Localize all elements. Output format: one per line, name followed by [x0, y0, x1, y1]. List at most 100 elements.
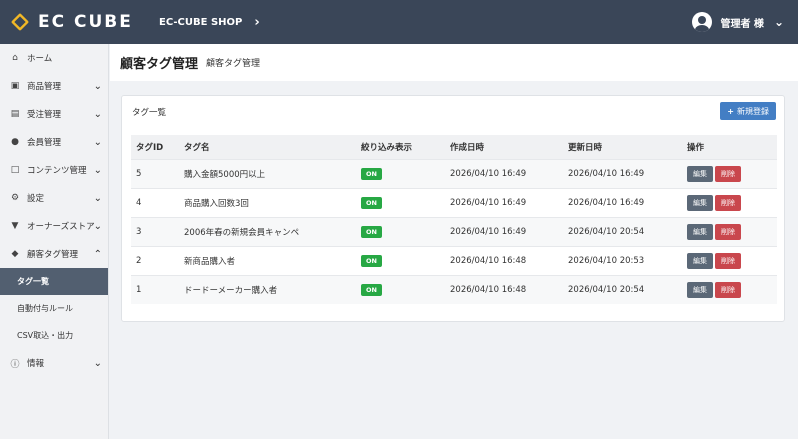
- sidebar-item-contents[interactable]: □ コンテンツ管理 ⌄: [0, 156, 108, 184]
- column-header[interactable]: 更新日時: [563, 135, 682, 159]
- table-header-row: タグID タグ名 絞り込み表示 作成日時 更新日時 操作: [131, 135, 777, 159]
- tag-icon: ◆: [11, 249, 19, 259]
- table-row: 2 新商品購入者 ON 2026/04/10 16:48 2026/04/10 …: [131, 245, 777, 275]
- filter-on-badge: ON: [361, 196, 382, 209]
- column-header[interactable]: タグID: [131, 135, 179, 159]
- tag-id: 1: [131, 274, 179, 304]
- chevron-down-icon: ⌄: [93, 108, 102, 120]
- table-row: 3 2006年春の新規会員キャンペ ON 2026/04/10 16:49 20…: [131, 216, 777, 246]
- column-header[interactable]: 作成日時: [445, 135, 563, 159]
- sidebar-item-label: ホーム: [27, 54, 53, 64]
- sidebar-item-label: コンテンツ管理: [27, 166, 87, 176]
- sidebar-item-settings[interactable]: ⚙ 設定 ⌄: [0, 184, 108, 212]
- tag-id: 5: [131, 158, 179, 188]
- column-header[interactable]: 絞り込み表示: [356, 135, 445, 159]
- gear-icon: ⚙: [10, 193, 20, 203]
- sidebar-item-label: 情報: [27, 359, 45, 369]
- tag-table: タグID タグ名 絞り込み表示 作成日時 更新日時 操作 5 購入金額5000円…: [131, 135, 777, 304]
- shop-name: EC-CUBE SHOP: [159, 16, 243, 28]
- shop-link[interactable]: EC-CUBE SHOP ›: [159, 15, 260, 30]
- page-title: 顧客タグ管理: [120, 57, 199, 72]
- chevron-down-icon: ⌄: [93, 220, 102, 232]
- chevron-down-icon: ⌄: [93, 80, 102, 92]
- column-header[interactable]: タグ名: [179, 135, 356, 159]
- tag-id: 3: [131, 216, 179, 246]
- filter-on-badge: ON: [361, 254, 382, 267]
- sidebar-item-store[interactable]: ▼ オーナーズストア ⌄: [0, 212, 108, 240]
- logo[interactable]: EC CUBE: [10, 12, 150, 32]
- sidebar-item-label: 顧客タグ管理: [27, 250, 79, 260]
- created-at: 2026/04/10 16:49: [445, 158, 563, 188]
- delete-button[interactable]: 削除: [715, 165, 741, 182]
- new-tag-button[interactable]: + 新規登録: [720, 102, 776, 120]
- edit-button[interactable]: 編集: [687, 281, 713, 298]
- sidebar-item-label: 受注管理: [27, 110, 62, 120]
- tag-id: 4: [131, 187, 179, 217]
- sidebar-subitem-auto-rules[interactable]: 自動付与ルール: [0, 295, 108, 322]
- tag-name: 購入金額5000円以上: [179, 158, 356, 188]
- page-subtitle: 顧客タグ管理: [206, 59, 261, 69]
- sidebar-item-customers[interactable]: ● 会員管理 ⌄: [0, 128, 108, 156]
- tag-list-card: タグ一覧 + 新規登録 タグID タグ名 絞り込み表示 作成日時 更新日時 操作…: [121, 95, 785, 322]
- card-title: タグ一覧: [132, 108, 167, 118]
- sidebar-item-orders[interactable]: ▤ 受注管理 ⌄: [0, 100, 108, 128]
- column-header: 操作: [682, 135, 777, 159]
- created-at: 2026/04/10 16:49: [445, 216, 563, 246]
- created-at: 2026/04/10 16:49: [445, 187, 563, 217]
- page-title-bar: 顧客タグ管理 顧客タグ管理: [110, 44, 798, 81]
- sidebar-subitem-csv[interactable]: CSV取込・出力: [0, 322, 108, 349]
- sidebar-item-info[interactable]: ⓘ 情報 ⌄: [0, 349, 108, 377]
- tag-name: ドードーメーカー購入者: [179, 274, 356, 304]
- chevron-down-icon: ⌄: [93, 192, 102, 204]
- delete-button[interactable]: 削除: [715, 252, 741, 269]
- user-avatar-icon: [692, 12, 713, 32]
- updated-at: 2026/04/10 16:49: [563, 158, 682, 188]
- sidebar-item-customer-tags[interactable]: ◆ 顧客タグ管理 ⌃: [0, 240, 108, 268]
- chevron-down-icon: ⌄: [93, 357, 102, 369]
- sidebar-item-home[interactable]: ⌂ ホーム: [0, 44, 108, 72]
- created-at: 2026/04/10 16:48: [445, 274, 563, 304]
- chevron-down-icon: ⌄: [773, 15, 784, 29]
- delete-button[interactable]: 削除: [715, 194, 741, 211]
- edit-button[interactable]: 編集: [687, 194, 713, 211]
- tag-name: 2006年春の新規会員キャンペ: [179, 216, 356, 246]
- tag-name: 新商品購入者: [179, 245, 356, 275]
- table-row: 1 ドードーメーカー購入者 ON 2026/04/10 16:48 2026/0…: [131, 274, 777, 304]
- cube-logo-icon: [10, 12, 32, 32]
- users-icon: ●: [11, 137, 19, 147]
- filter-on-badge: ON: [361, 225, 382, 238]
- home-icon: ⌂: [12, 53, 18, 63]
- chevron-down-icon: ⌄: [93, 164, 102, 176]
- updated-at: 2026/04/10 16:49: [563, 187, 682, 217]
- info-icon: ⓘ: [10, 359, 20, 370]
- created-at: 2026/04/10 16:48: [445, 245, 563, 275]
- top-header: EC CUBE EC-CUBE SHOP › 管理者 様 ⌄: [0, 0, 798, 44]
- sidebar-item-label: 会員管理: [27, 138, 62, 148]
- updated-at: 2026/04/10 20:54: [563, 274, 682, 304]
- chevron-up-icon: ⌃: [93, 248, 102, 260]
- edit-button[interactable]: 編集: [687, 165, 713, 182]
- sidebar-item-products[interactable]: ▣ 商品管理 ⌄: [0, 72, 108, 100]
- chevron-right-icon: ›: [254, 14, 260, 30]
- updated-at: 2026/04/10 20:53: [563, 245, 682, 275]
- table-row: 4 商品購入回数3回 ON 2026/04/10 16:49 2026/04/1…: [131, 187, 777, 217]
- filter-on-badge: ON: [361, 283, 382, 296]
- file-icon: □: [10, 165, 20, 175]
- table-row: 5 購入金額5000円以上 ON 2026/04/10 16:49 2026/0…: [131, 158, 777, 188]
- sidebar: ⌂ ホーム ▣ 商品管理 ⌄ ▤ 受注管理 ⌄ ● 会員管理 ⌄ □ コンテンツ…: [0, 44, 109, 439]
- sidebar-subitem-tag-list[interactable]: タグ一覧: [0, 268, 108, 295]
- sidebar-item-label: オーナーズストア: [27, 222, 95, 232]
- edit-button[interactable]: 編集: [687, 223, 713, 240]
- edit-button[interactable]: 編集: [687, 252, 713, 269]
- sidebar-item-label: 設定: [27, 194, 45, 204]
- user-menu[interactable]: 管理者 様 ⌄: [692, 12, 784, 32]
- plus-icon: +: [727, 106, 734, 116]
- new-tag-button-label: 新規登録: [737, 106, 769, 116]
- plug-icon: ▼: [11, 221, 19, 231]
- sidebar-item-label: 商品管理: [27, 82, 62, 92]
- tag-id: 2: [131, 245, 179, 275]
- box-icon: ▣: [10, 81, 20, 91]
- updated-at: 2026/04/10 20:54: [563, 216, 682, 246]
- delete-button[interactable]: 削除: [715, 223, 741, 240]
- delete-button[interactable]: 削除: [715, 281, 741, 298]
